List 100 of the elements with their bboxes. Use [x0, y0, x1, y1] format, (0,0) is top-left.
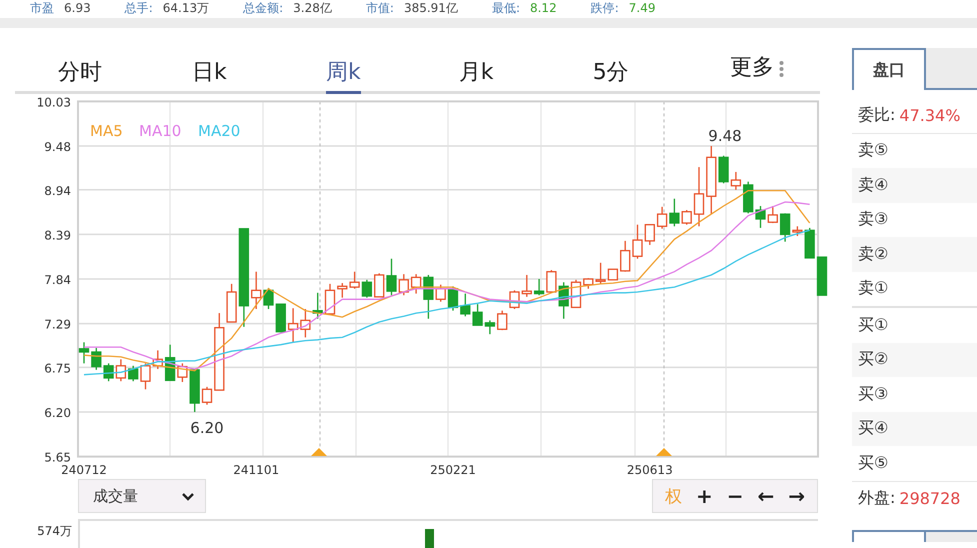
tool-button[interactable]: ←	[751, 484, 780, 508]
candle-body	[743, 184, 754, 212]
period-tab[interactable]: 5分	[592, 57, 727, 94]
candle-body	[116, 365, 126, 379]
candle-wick	[132, 366, 134, 382]
candle-body	[595, 279, 606, 282]
candle-body	[804, 230, 815, 259]
candle-body	[140, 365, 151, 382]
candle-body	[816, 256, 828, 296]
candle-body	[202, 388, 212, 403]
order-level-label: 卖①	[858, 278, 888, 300]
period-tab[interactable]: 更多	[730, 52, 774, 85]
candle-body	[694, 193, 704, 215]
order-level-label: 卖④	[858, 174, 888, 196]
candle-body	[312, 310, 323, 314]
candle-body	[190, 369, 200, 404]
candle-body	[497, 313, 508, 330]
candle-body	[436, 288, 446, 300]
order-level-label: 买④	[858, 418, 888, 440]
quote-label: 总金额:	[243, 0, 284, 17]
candle-body	[669, 212, 680, 224]
candle-body	[768, 214, 778, 223]
tab[interactable]	[852, 530, 926, 542]
quote-label: 市盈	[30, 0, 54, 17]
candle-body	[362, 282, 372, 297]
period-tab[interactable]: 分时	[58, 57, 192, 94]
period-tab[interactable]: 日k	[192, 57, 326, 94]
candle-body	[522, 290, 532, 294]
indicator-dropdown[interactable]: 成交量	[78, 479, 206, 513]
high-price-label: 9.48	[708, 127, 742, 145]
marker-icon[interactable]	[656, 448, 672, 456]
order-level-label: 卖③	[858, 209, 888, 230]
candle-body	[214, 327, 224, 391]
candle-body	[534, 290, 544, 294]
axis-label: 5.65	[44, 450, 71, 465]
tab[interactable]: 盘口	[852, 48, 926, 90]
more-icon[interactable]	[778, 60, 784, 78]
marker-icon[interactable]	[311, 448, 327, 456]
quote-label: 最低:	[492, 0, 520, 17]
quote-value: 7.49	[628, 0, 656, 17]
axis-label: 7.84	[44, 273, 71, 287]
axis-label: 241101	[233, 463, 280, 477]
candle-body	[276, 304, 286, 332]
candle-wick	[760, 206, 762, 228]
candle-wick	[342, 283, 343, 298]
period-tab[interactable]: 周k	[326, 57, 361, 94]
candle-body	[656, 213, 668, 227]
candle-body	[472, 312, 483, 326]
candle-wick	[698, 167, 700, 226]
candle-wick	[538, 279, 540, 296]
candle-body	[337, 286, 348, 290]
candle-wick	[588, 278, 589, 289]
candle-wick	[182, 363, 184, 382]
candle-body	[792, 230, 803, 233]
candle-wick	[304, 309, 306, 338]
field-label: 外盘:	[858, 488, 896, 510]
field-label: 委比:	[858, 104, 896, 126]
tool-button[interactable]: →	[782, 484, 811, 508]
candle-wick	[292, 308, 294, 342]
candle-wick	[403, 274, 404, 296]
candle-body	[226, 291, 237, 323]
axis-label: 574万	[36, 523, 73, 540]
candle-wick	[96, 348, 97, 370]
tool-button[interactable]: −	[720, 484, 750, 508]
candle-wick	[735, 172, 737, 190]
order-level-label: 买③	[858, 384, 888, 405]
candle-wick	[317, 292, 318, 319]
axis-label: 250613	[626, 463, 673, 477]
low-price-label: 6.20	[190, 419, 224, 437]
candle-body	[374, 274, 384, 298]
candle-wick	[354, 272, 356, 289]
candle-wick	[108, 363, 110, 382]
quote-value: 64.13万	[162, 0, 210, 17]
candle-wick	[661, 206, 663, 229]
order-level-label: 买②	[858, 349, 888, 370]
axis-label: 9.48	[44, 140, 71, 154]
quote-value: 3.28亿	[293, 0, 332, 17]
order-level-label: 买①	[858, 314, 888, 336]
period-tab[interactable]: 月k	[458, 57, 593, 94]
candle-body	[410, 276, 422, 288]
chevron-down-icon	[181, 492, 195, 500]
candle-wick	[120, 359, 122, 382]
quote-value: 6.93	[64, 0, 91, 17]
tool-button[interactable]: +	[690, 484, 719, 508]
axis-label: 8.94	[44, 184, 71, 198]
axis-label: 240712	[61, 463, 107, 477]
candle-wick	[256, 272, 257, 310]
candle-wick	[428, 274, 430, 319]
candle-body	[608, 268, 618, 280]
quote-value: 385.91亿	[404, 0, 458, 17]
candle-wick	[526, 274, 528, 297]
candle-body	[682, 211, 692, 224]
candle-body	[128, 368, 138, 380]
candle-body	[448, 288, 458, 308]
candle-wick	[674, 198, 676, 226]
axis-label: 10.03	[36, 95, 71, 110]
candle-wick	[489, 320, 491, 334]
candle-body	[288, 322, 298, 330]
candle-wick	[636, 224, 638, 259]
candle-body	[706, 156, 716, 197]
